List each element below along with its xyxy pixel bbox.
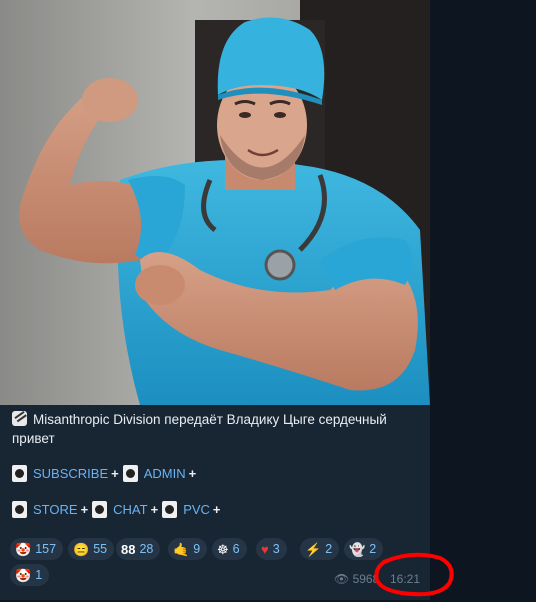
eighty-eight-icon: 88 (121, 541, 136, 557)
red-annotation-circle (374, 552, 454, 597)
reaction-count: 55 (93, 542, 108, 556)
plus-sign: + (80, 502, 89, 517)
call-me-hand-icon: 🤙 (173, 541, 190, 557)
subscribe-link[interactable]: SUBSCRIBE (33, 466, 108, 481)
reaction-lightning[interactable]: ⚡ 2 (300, 538, 340, 560)
reaction-callme[interactable]: 🤙 9 (168, 538, 208, 560)
plus-sign: + (111, 466, 119, 481)
wheel-icon: ☸ (217, 541, 229, 557)
links-row-2: STORE + CHAT + PVC + (12, 501, 225, 518)
store-link[interactable]: STORE (33, 502, 78, 517)
links-row-1: SUBSCRIBE + ADMIN + (12, 465, 200, 482)
reaction-clown[interactable]: 🤡 157 (10, 538, 64, 560)
heart-icon: ♥ (261, 541, 269, 557)
reaction-count: 1 (35, 568, 43, 582)
eye-icon: 👁 (334, 572, 350, 586)
ghost-icon: 👻 (349, 541, 366, 557)
post-photo[interactable] (0, 0, 430, 405)
reaction-count: 2 (325, 542, 333, 556)
chat-background (430, 0, 536, 602)
reaction-count: 157 (35, 542, 57, 556)
reaction-88[interactable]: 88 28 (116, 538, 161, 560)
neutral-face-icon: 😑 (73, 541, 90, 557)
caption-line-1: Misanthropic Division передаёт Владику Ц… (33, 412, 387, 427)
plus-sign: + (188, 466, 197, 481)
reaction-heart[interactable]: ♥ 3 (256, 538, 287, 560)
plus-sign: + (150, 502, 159, 517)
admin-link[interactable]: ADMIN (144, 466, 186, 481)
reaction-neutral[interactable]: 😑 55 (68, 538, 115, 560)
reaction-clown-2[interactable]: 🤡 1 (10, 564, 50, 586)
post-caption: Misanthropic Division передаёт Владику Ц… (12, 410, 417, 448)
photo-image (0, 0, 430, 405)
admin-icon (122, 465, 138, 482)
reaction-count: 28 (139, 542, 154, 556)
pvc-link[interactable]: PVC (183, 502, 210, 517)
lightning-icon: ⚡ (305, 541, 322, 557)
reaction-count: 3 (272, 542, 280, 556)
pvc-icon (162, 501, 178, 518)
channel-post: Misanthropic Division передаёт Владику Ц… (0, 0, 430, 600)
reaction-wheel[interactable]: ☸ 6 (212, 538, 247, 560)
plus-sign: + (212, 502, 221, 517)
chat-link[interactable]: CHAT (113, 502, 147, 517)
store-icon (12, 501, 27, 518)
chat-icon (92, 501, 108, 518)
skull-icon (12, 465, 27, 482)
reaction-count: 6 (232, 542, 240, 556)
reaction-count: 9 (193, 542, 201, 556)
channel-logo-icon (12, 411, 27, 426)
clown-icon: 🤡 (15, 541, 32, 557)
caption-line-2: привет (12, 431, 55, 446)
clown-icon: 🤡 (15, 567, 32, 583)
